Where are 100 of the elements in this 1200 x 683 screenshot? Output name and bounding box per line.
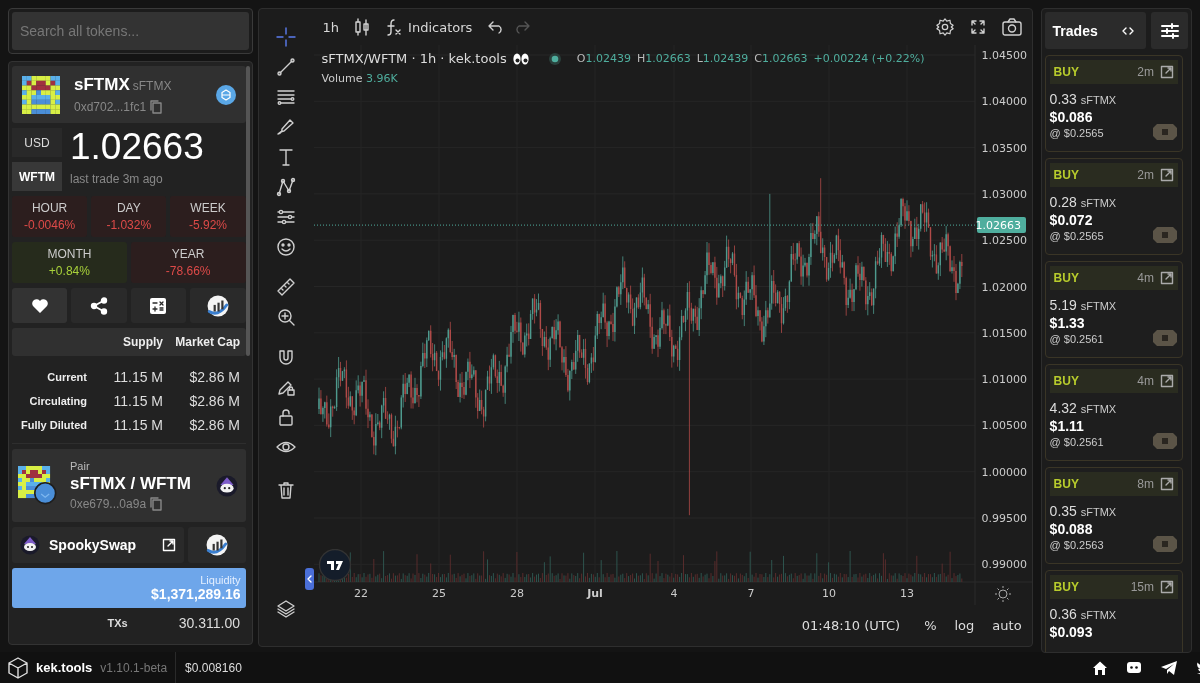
trend-line-icon[interactable] <box>276 57 297 77</box>
chat-bubble-icon[interactable] <box>1126 659 1142 676</box>
undo-icon[interactable] <box>488 20 505 34</box>
price-axis-label: 1.04500 <box>981 49 1027 62</box>
trade-side: BUY <box>1053 477 1080 491</box>
external-link-icon[interactable] <box>1160 374 1174 388</box>
price-axis-label: 0.99500 <box>981 512 1027 525</box>
chain-icon <box>215 84 236 105</box>
chart-logo-icon <box>206 294 229 317</box>
favorite-button[interactable] <box>12 288 68 323</box>
volume-reading: Volume 3.96K <box>321 72 398 85</box>
pair-caption: Pair <box>70 459 91 472</box>
trade-card[interactable]: BUY 15m 0.36 sFTMX $0.093 <box>1044 570 1183 652</box>
collapse-tab[interactable] <box>304 568 314 590</box>
chart-button[interactable] <box>187 527 246 563</box>
ohlc-value: C1.02663 <box>754 52 808 65</box>
wallet-badge-icon <box>1152 329 1178 347</box>
paper-plane-icon[interactable] <box>1160 659 1178 676</box>
period-label: YEAR <box>171 247 205 261</box>
search-field[interactable]: Search all tokens... <box>12 12 249 50</box>
trade-age: 4m <box>1137 374 1154 388</box>
ruler-icon[interactable] <box>276 277 297 297</box>
txs-value: 30.311.00 <box>177 615 240 631</box>
trash-icon[interactable] <box>276 480 297 500</box>
trade-card[interactable]: BUY 2m 0.33 sFTMX $0.086 @ $0.2565 <box>1044 55 1183 152</box>
trade-value: $1.11 <box>1049 418 1085 434</box>
change-value: -5.92% <box>188 218 227 232</box>
trade-card[interactable]: BUY 2m 0.28 sFTMX $0.072 @ $0.2565 <box>1044 158 1183 255</box>
time-axis-label: 25 <box>431 587 446 600</box>
trade-amount: 4.32 sFTMX <box>1049 400 1118 416</box>
copy-icon[interactable] <box>149 98 164 115</box>
scale-button[interactable]: % <box>924 618 937 633</box>
external-link-icon[interactable] <box>1160 65 1174 79</box>
table-cell-text: 11.15 M <box>112 417 163 433</box>
scale-button[interactable]: log <box>954 618 975 633</box>
column-header: Market Cap <box>174 335 240 349</box>
price-axis-label: 1.01500 <box>981 326 1027 340</box>
trade-amount: 5.19 sFTMX <box>1049 297 1118 313</box>
code-icon <box>1122 25 1134 36</box>
external-link-icon[interactable] <box>1160 168 1174 182</box>
smiley-icon[interactable] <box>276 237 297 257</box>
trade-age: 8m <box>1137 477 1154 491</box>
trade-value: $1.33 <box>1049 315 1086 331</box>
currency-button[interactable]: WFTM <box>12 162 62 191</box>
node-path-icon[interactable] <box>276 177 297 197</box>
horizontal-lines-icon[interactable] <box>276 87 297 107</box>
period-label: DAY <box>116 201 141 215</box>
interval-button[interactable]: 1h <box>322 19 340 35</box>
home-icon[interactable] <box>1092 659 1108 676</box>
trade-price: @ $0.2565 <box>1049 230 1104 244</box>
zoom-in-icon[interactable] <box>276 307 297 327</box>
trade-side: BUY <box>1053 374 1080 388</box>
eyes-icon <box>512 52 529 65</box>
row-label: Fully Diluted <box>20 419 87 431</box>
copy-icon[interactable] <box>149 495 164 512</box>
trade-card[interactable]: BUY 8m 0.35 sFTMX $0.088 @ $0.2563 <box>1044 467 1183 564</box>
scale-button[interactable]: auto <box>992 618 1022 633</box>
token-address: 0xd702...1fc1 <box>74 99 147 114</box>
trade-card[interactable]: BUY 4m 5.19 sFTMX $1.33 @ $0.2561 <box>1044 261 1183 358</box>
liquidity-label: Liquidity <box>200 574 241 586</box>
trades-tab[interactable]: Trades <box>1044 12 1146 49</box>
external-link-icon[interactable] <box>1160 271 1174 285</box>
wallet-badge-icon <box>1152 535 1178 553</box>
external-link-icon[interactable] <box>1160 477 1174 491</box>
trade-price: @ $0.2561 <box>1049 333 1104 347</box>
settings-icon[interactable] <box>935 18 954 36</box>
trade-age: 4m <box>1137 271 1154 285</box>
fullscreen-icon[interactable] <box>969 19 986 35</box>
time-axis-label: 7 <box>747 587 755 600</box>
clock-text: 01:48:10 (UTC) <box>801 618 901 633</box>
change-value: -1.032% <box>106 218 152 232</box>
crosshair-icon[interactable] <box>276 27 297 47</box>
currency-button[interactable]: USD <box>12 128 62 157</box>
wallet-badge-icon <box>1152 226 1178 244</box>
trade-card[interactable]: BUY 4m 4.32 sFTMX $1.11 @ $0.2561 <box>1044 364 1183 461</box>
dex-button[interactable]: SpookySwap <box>12 527 184 563</box>
chart-brand-icon[interactable] <box>318 549 351 581</box>
price-axis-label: 1.02000 <box>981 280 1027 294</box>
chart-button[interactable] <box>190 288 246 323</box>
external-link-icon[interactable] <box>1160 580 1174 594</box>
brightness-icon[interactable] <box>994 585 1012 603</box>
filter-button[interactable] <box>1151 12 1188 49</box>
share-button[interactable] <box>71 288 127 323</box>
candles-icon[interactable] <box>355 18 370 36</box>
app-version: v1.10.1-beta <box>100 660 168 675</box>
scrollbar[interactable] <box>245 66 250 356</box>
trade-value: $0.072 <box>1049 212 1094 228</box>
camera-icon[interactable] <box>1001 18 1022 36</box>
trade-side: BUY <box>1053 580 1080 594</box>
table-cell-text: 11.15 M <box>112 393 163 409</box>
calculator-button[interactable] <box>130 288 187 323</box>
sliders-icon[interactable] <box>276 207 297 227</box>
indicators-button[interactable]: Indicators <box>385 18 473 36</box>
layers-icon[interactable] <box>276 599 297 619</box>
trade-value: $0.088 <box>1049 521 1094 537</box>
token-symbol: sFTMX <box>132 78 172 95</box>
ohlc-value: O1.02439 <box>576 52 631 65</box>
ghost-icon <box>215 474 238 497</box>
trade-amount: 0.28 sFTMX <box>1049 194 1118 210</box>
table-cell-text: 11.15 M <box>112 369 163 385</box>
